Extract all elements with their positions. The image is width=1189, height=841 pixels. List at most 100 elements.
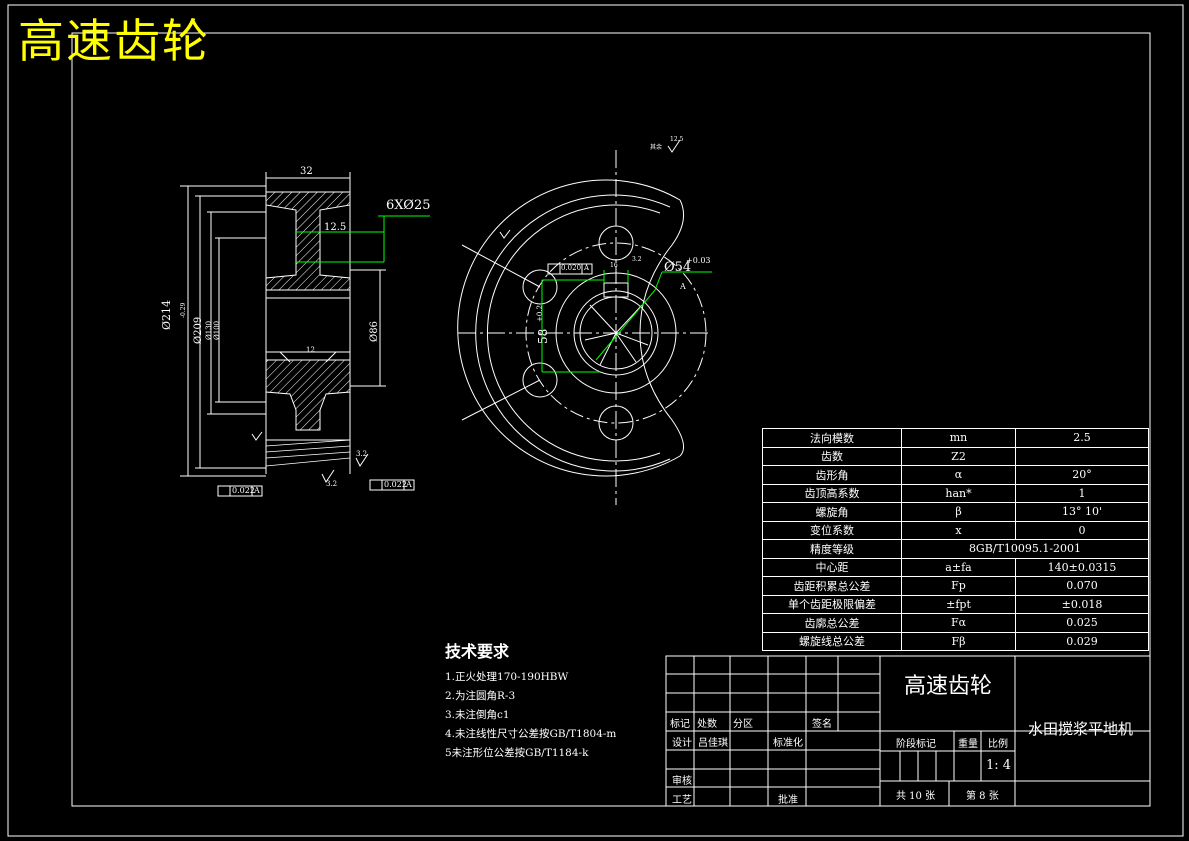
param-row: 单个齿距极限偏差 ±fpt ±0.018 [762,594,1149,614]
tb-sign: 签名 [812,719,832,730]
param-name: 中心距 [762,557,902,577]
param-row: 变位系数 x 0 [762,520,1149,540]
tech-req-item: 3.未注倒角c1 [445,709,510,721]
tb-count: 处数 [697,719,717,730]
param-row: 齿形角 α 20° [762,465,1149,485]
dim-keyway-tol: +0.2 [536,305,544,322]
param-value: 0.025 [1015,613,1149,633]
tol-frame-right-datum: A [406,480,412,489]
param-row: 齿顶高系数 han* 1 [762,483,1149,503]
dim-holes: 6XØ25 [386,198,431,213]
param-symbol: 8GB/T10095.1-2001 [901,539,1149,559]
tol-frame-left-datum: A [254,486,260,495]
tb-stage-mark: 阶段标记 [896,739,936,750]
tb-process: 工艺 [672,795,692,806]
dim-bore-datum: A [680,282,686,291]
tech-req-item: 2.为注圆角R-3 [445,690,516,702]
dim-hub: 12.5 [324,222,347,233]
roughness-key: 3.2 [632,256,642,263]
dim-width: 32 [300,166,313,177]
tb-sheets-total: 共 10 张 [896,791,936,802]
param-name: 单个齿距极限偏差 [762,594,902,614]
param-value: ±0.018 [1015,594,1149,614]
param-value [1015,446,1149,466]
tb-review: 审核 [672,776,692,787]
param-name: 齿数 [762,446,902,466]
tb-scale-value: 1: 4 [986,758,1012,773]
tol-frame-end-datum: A [584,264,590,272]
roughness-general-value: 12.5 [670,136,684,143]
dim-d3: Ø130 [205,320,213,340]
param-symbol: Fβ [901,631,1016,651]
param-name: 变位系数 [762,520,902,540]
param-name: 齿顶高系数 [762,483,902,503]
tb-mark: 标记 [670,719,690,730]
param-row: 齿数 Z2 [762,446,1149,466]
tol-frame-right-value: 0.022 [384,480,407,489]
param-row: 螺旋线总公差 Fβ 0.029 [762,631,1149,651]
tb-zone: 分区 [733,719,753,730]
gear-parameter-table: 法向模数 mn 2.5 齿数 Z2 齿形角 α 20° 齿顶高系数 han* 1 螺旋角 β 13… [762,428,1149,651]
param-value: 1 [1015,483,1149,503]
param-row: 齿廓总公差 Fα 0.025 [762,613,1149,633]
param-symbol: β [901,502,1016,522]
end-view [457,150,710,505]
technical-requirements: 技术要求 1.正火处理170-190HBW 2.为注圆角R-3 3.未注倒角c1… [445,638,616,763]
dim-d1-tol: -0.29 [180,302,187,318]
dim-key: 12 [306,346,315,354]
dim-d5: Ø86 [369,321,380,342]
tb-design: 设计 [672,738,692,749]
tech-req-item: 5未注形位公差按GB/T1184-k [445,747,589,759]
drawing-banner-title: 高速齿轮 [18,14,210,68]
dim-d1: Ø214 [160,299,173,330]
dim-keyway: 58 [536,328,550,344]
param-symbol: x [901,520,1016,540]
tb-approve: 批准 [778,795,798,806]
tech-req-item: 1.正火处理170-190HBW [445,671,569,683]
param-row: 中心距 a±fa 140±0.0315 [762,557,1149,577]
tb-designer: 吕佳琪 [698,738,728,749]
param-value: 140±0.0315 [1015,557,1149,577]
param-name: 齿形角 [762,465,902,485]
dim-bore-tol: +0.03 [686,256,711,265]
param-symbol: mn [901,428,1016,448]
param-symbol: ±fpt [901,594,1016,614]
param-symbol: han* [901,483,1016,503]
param-value: 20° [1015,465,1149,485]
tech-req-heading: 技术要求 [445,642,510,661]
param-symbol: a±fa [901,557,1016,577]
param-row: 螺旋角 β 13° 10' [762,502,1149,522]
param-name: 螺旋线总公差 [762,631,902,651]
tb-scale: 比例 [988,739,1008,750]
tb-standardize: 标准化 [773,738,803,749]
param-name: 精度等级 [762,539,902,559]
param-symbol: Fα [901,613,1016,633]
param-row: 法向模数 mn 2.5 [762,428,1149,448]
machine-name: 水田搅浆平地机 [1028,720,1134,738]
tol-frame-left-value: 0.022 [232,486,255,495]
param-value: 0 [1015,520,1149,540]
param-row: 精度等级 8GB/T10095.1-2001 [762,539,1149,559]
param-row: 齿距积累总公差 Fp 0.070 [762,576,1149,596]
param-value: 0.029 [1015,631,1149,651]
dim-d4: Ø100 [213,320,221,340]
tb-sheet-no: 第 8 张 [966,791,999,802]
param-name: 齿廓总公差 [762,613,902,633]
dim-key-width: 16 [610,262,618,269]
tech-req-item: 4.未注线性尺寸公差按GB/T1804-m [445,728,617,740]
param-symbol: Z2 [901,446,1016,466]
dim-d2: Ø209 [193,316,204,344]
tol-frame-end-value: 0.020 [561,264,582,272]
param-value: 2.5 [1015,428,1149,448]
param-name: 法向模数 [762,428,902,448]
param-symbol: Fp [901,576,1016,596]
param-name: 齿距积累总公差 [762,576,902,596]
param-value: 0.070 [1015,576,1149,596]
tb-weight: 重量 [958,739,978,750]
param-name: 螺旋角 [762,502,902,522]
param-value: 13° 10' [1015,502,1149,522]
part-name: 高速齿轮 [904,674,993,699]
param-symbol: α [901,465,1016,485]
roughness-general-note: 其余 [650,144,663,151]
roughness-label-1: 3.2 [326,480,338,488]
